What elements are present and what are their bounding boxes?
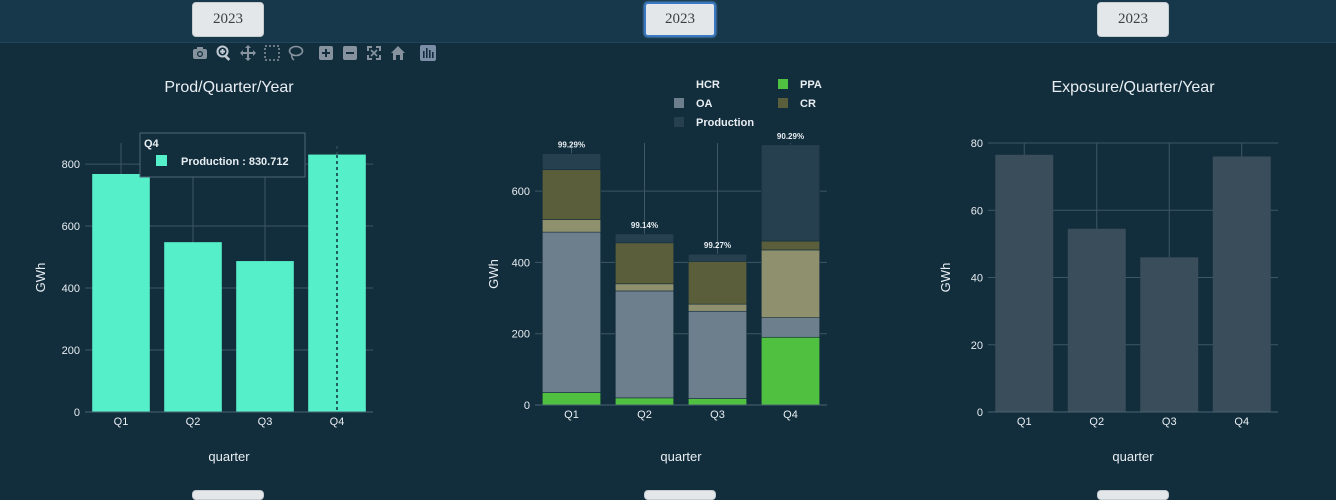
chart-2: 0 200 400 600 quarter GWh 99.29% Q1 99.14% Q2 99.2… — [486, 79, 827, 464]
bar-q2[interactable] — [1067, 228, 1126, 412]
data-label: 99.27% — [704, 241, 731, 250]
legend-item-production[interactable]: Production — [696, 117, 754, 129]
y-tick-label: 0 — [977, 407, 983, 419]
bar-oa-q3[interactable] — [687, 310, 747, 399]
x-tick-label: Q2 — [637, 409, 652, 421]
y-axis-label: GWh — [33, 263, 48, 293]
y-tick-label: 80 — [971, 138, 983, 150]
y-tick-label: 800 — [62, 159, 80, 171]
y-axis-label: GWh — [486, 259, 501, 289]
bar-ppa-q3[interactable] — [687, 398, 747, 406]
x-tick-label: Q3 — [710, 409, 725, 421]
y-tick-label: 600 — [512, 186, 530, 198]
legend-item-cr[interactable]: CR — [800, 98, 816, 110]
x-tick-label: Q4 — [330, 416, 345, 428]
x-axis-label: quarter — [1112, 449, 1154, 464]
chart-title: Prod/Quarter/Year — [164, 79, 294, 96]
bar-q1[interactable] — [92, 173, 150, 412]
x-tick-label: Q3 — [1162, 416, 1177, 428]
bar-hcr-q1[interactable] — [541, 219, 601, 233]
chart-title: Exposure/Quarter/Year — [1051, 79, 1215, 96]
bar-q3[interactable] — [1140, 257, 1199, 412]
x-tick-label: Q1 — [114, 416, 129, 428]
y-axis-label: GWh — [938, 263, 953, 293]
legend-item-hcr[interactable]: HCR — [696, 79, 720, 91]
bar-q3[interactable] — [236, 261, 294, 412]
y-tick-label: 200 — [512, 329, 530, 341]
y-tick-label: 20 — [971, 340, 983, 352]
charts-canvas: 0200400600800Prod/Quarter/YearquarterGWh… — [33, 79, 1278, 464]
x-tick-label: Q2 — [186, 416, 201, 428]
bar-ppa-q4[interactable] — [760, 336, 820, 406]
x-axis-label: quarter — [208, 449, 250, 464]
data-label: 99.14% — [631, 221, 658, 230]
bar-production-q2[interactable] — [614, 233, 674, 244]
legend-swatch-oa — [674, 98, 684, 108]
x-axis-label: quarter — [660, 449, 702, 464]
legend-item-ppa[interactable]: PPA — [800, 79, 822, 91]
x-tick-label: Q1 — [1017, 416, 1032, 428]
x-tick-label: Q4 — [1234, 416, 1249, 428]
y-tick-label: 400 — [512, 257, 530, 269]
bar-cr-q2[interactable] — [614, 242, 674, 285]
x-tick-label: Q1 — [564, 409, 579, 421]
bar-hcr-q4[interactable] — [760, 249, 820, 318]
bar-cr-q4[interactable] — [760, 240, 820, 251]
legend-swatch-ppa — [778, 79, 788, 89]
legend-swatch-cr — [778, 98, 788, 108]
bar-production-q1[interactable] — [541, 153, 601, 171]
data-label: 90.29% — [777, 132, 804, 141]
bar-q4[interactable] — [1212, 156, 1271, 412]
y-tick-label: 0 — [74, 407, 80, 419]
tooltip-title: Q4 — [144, 138, 160, 150]
bar-ppa-q2[interactable] — [614, 397, 674, 406]
y-tick-label: 200 — [62, 345, 80, 357]
x-tick-label: Q3 — [258, 416, 273, 428]
x-tick-label: Q4 — [783, 409, 798, 421]
chart-1: 0 200 400 600 800 Prod/Quarter/Year quarter GWh… — [33, 79, 373, 464]
y-tick-label: 600 — [62, 221, 80, 233]
bar-production-q3[interactable] — [687, 253, 747, 262]
bar-ppa-q1[interactable] — [541, 392, 601, 406]
x-tick-label: Q2 — [1089, 416, 1104, 428]
y-tick-label: 60 — [971, 205, 983, 217]
hover-tooltip: Q4 Production : 830.712 — [139, 132, 306, 178]
bar-cr-q3[interactable] — [687, 261, 747, 305]
bar-production-q4[interactable] — [760, 144, 820, 242]
y-tick-label: 40 — [971, 273, 983, 285]
bar-cr-q1[interactable] — [541, 169, 601, 220]
y-tick-label: 400 — [62, 283, 80, 295]
bar-q2[interactable] — [164, 242, 222, 412]
y-tick-label: 0 — [524, 400, 530, 412]
tooltip-swatch — [156, 155, 167, 166]
bar-hcr-q2[interactable] — [614, 283, 674, 292]
bar-hcr-q3[interactable] — [687, 303, 747, 312]
chart-3: 0 20 40 60 80 Exposure/Quarter/Year quarter GWh… — [938, 79, 1278, 464]
bar-q1[interactable] — [995, 154, 1054, 413]
bar-oa-q1[interactable] — [541, 231, 601, 393]
tooltip-label: Production : 830.712 — [181, 156, 289, 168]
bar-oa-q4[interactable] — [760, 317, 820, 338]
data-label: 99.29% — [558, 141, 585, 150]
bar-oa-q2[interactable] — [614, 290, 674, 399]
legend-item-oa[interactable]: OA — [696, 98, 713, 110]
legend-swatch-production — [674, 117, 684, 127]
